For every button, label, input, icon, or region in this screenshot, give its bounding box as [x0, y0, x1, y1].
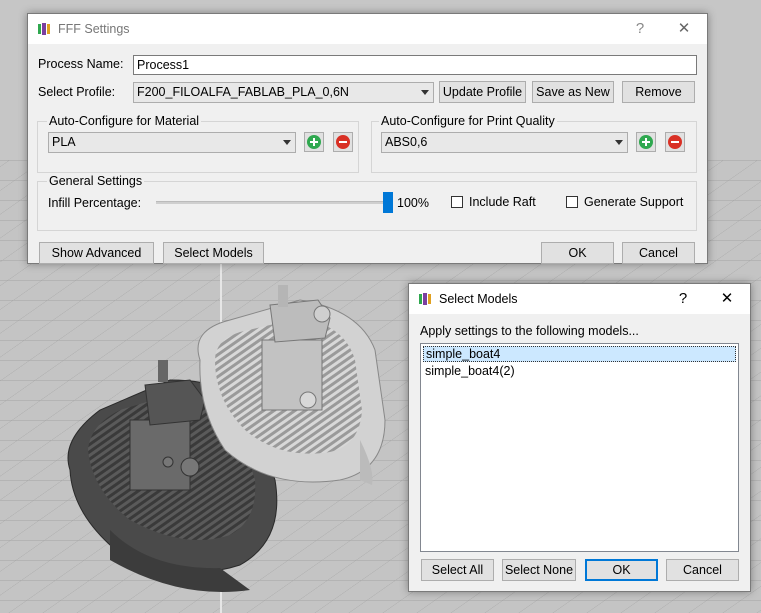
include-raft-label[interactable]: Include Raft	[469, 195, 536, 209]
infill-value: 100%	[397, 196, 429, 210]
fff-settings-body: Process Name: Select Profile: F200_FILOA…	[28, 45, 707, 264]
process-name-input[interactable]	[133, 55, 697, 75]
plus-icon	[639, 135, 653, 149]
chevron-down-icon	[421, 90, 429, 95]
instruction-text: Apply settings to the following models..…	[420, 324, 639, 338]
close-button[interactable]: ✕	[672, 20, 696, 38]
models-list[interactable]: simple_boat4 simple_boat4(2)	[420, 343, 739, 552]
quality-selected-value: ABS0,6	[385, 135, 428, 149]
select-models-body: Apply settings to the following models..…	[409, 315, 750, 591]
material-selected-value: PLA	[52, 135, 76, 149]
remove-material-button[interactable]	[333, 132, 353, 152]
select-none-button[interactable]: Select None	[502, 559, 576, 581]
select-all-button[interactable]: Select All	[421, 559, 494, 581]
infill-label: Infill Percentage:	[48, 196, 142, 210]
app-logo-icon	[38, 23, 50, 35]
plus-icon	[307, 135, 321, 149]
app-logo-icon	[419, 293, 431, 305]
infill-slider-thumb[interactable]	[383, 192, 393, 213]
infill-slider-track[interactable]	[156, 201, 386, 204]
fff-settings-titlebar[interactable]: FFF Settings ? ✕	[28, 14, 707, 44]
material-select[interactable]: PLA	[48, 132, 296, 153]
select-profile-label: Select Profile:	[38, 85, 116, 99]
general-settings-title: General Settings	[47, 174, 145, 188]
chevron-down-icon	[615, 140, 623, 145]
select-models-titlebar[interactable]: Select Models ? ✕	[409, 284, 750, 314]
ok-button[interactable]: OK	[541, 242, 614, 264]
update-profile-button[interactable]: Update Profile	[439, 81, 526, 103]
fff-settings-dialog: FFF Settings ? ✕ Process Name: Select Pr…	[27, 13, 708, 264]
profile-select[interactable]: F200_FILOALFA_FABLAB_PLA_0,6N	[133, 82, 434, 103]
cancel-button[interactable]: Cancel	[622, 242, 695, 264]
close-button[interactable]: ✕	[715, 290, 739, 308]
process-name-label: Process Name:	[38, 57, 124, 71]
select-models-dialog: Select Models ? ✕ Apply settings to the …	[408, 283, 751, 592]
add-quality-button[interactable]	[636, 132, 656, 152]
generate-support-checkbox[interactable]	[566, 196, 578, 208]
help-button[interactable]: ?	[628, 20, 652, 38]
select-models-button[interactable]: Select Models	[163, 242, 264, 264]
profile-selected-value: F200_FILOALFA_FABLAB_PLA_0,6N	[137, 85, 349, 99]
window-title: Select Models	[439, 292, 518, 306]
remove-profile-button[interactable]: Remove	[622, 81, 695, 103]
material-group-title: Auto-Configure for Material	[47, 114, 202, 128]
list-item[interactable]: simple_boat4(2)	[423, 363, 736, 379]
ok-button[interactable]: OK	[585, 559, 658, 581]
add-material-button[interactable]	[304, 132, 324, 152]
chevron-down-icon	[283, 140, 291, 145]
minus-icon	[336, 135, 350, 149]
list-item[interactable]: simple_boat4	[423, 346, 736, 362]
generate-support-label[interactable]: Generate Support	[584, 195, 683, 209]
cancel-button[interactable]: Cancel	[666, 559, 739, 581]
remove-quality-button[interactable]	[665, 132, 685, 152]
include-raft-checkbox[interactable]	[451, 196, 463, 208]
show-advanced-button[interactable]: Show Advanced	[39, 242, 154, 264]
help-button[interactable]: ?	[671, 290, 695, 308]
save-as-new-button[interactable]: Save as New	[532, 81, 614, 103]
window-title: FFF Settings	[58, 22, 130, 36]
quality-group-title: Auto-Configure for Print Quality	[379, 114, 557, 128]
minus-icon	[668, 135, 682, 149]
quality-select[interactable]: ABS0,6	[381, 132, 628, 153]
